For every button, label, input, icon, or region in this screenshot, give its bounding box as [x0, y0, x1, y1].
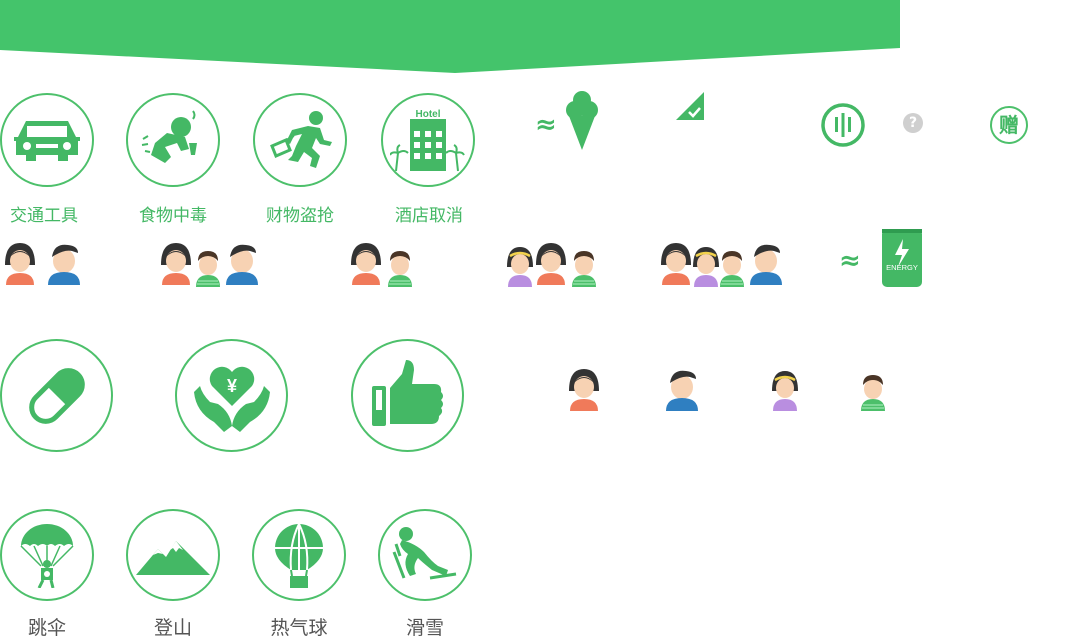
top-banner — [0, 0, 900, 73]
family-full — [661, 243, 782, 287]
label-skiing: 滑雪 — [405, 617, 444, 639]
person-woman — [569, 369, 599, 411]
voice-bars-icon — [821, 103, 865, 147]
checkmark-corner-icon — [676, 92, 704, 120]
label-hotel-cancel: 酒店取消 — [395, 206, 463, 226]
family-couple-boy — [161, 243, 258, 287]
hotel-sign: Hotel — [416, 109, 441, 120]
yen-symbol: ¥ — [226, 376, 236, 396]
thumbs-up-icon — [351, 339, 464, 452]
label-food-poisoning: 食物中毒 — [139, 206, 207, 226]
person-man — [666, 370, 698, 411]
ice-cream-icon — [566, 91, 598, 150]
hotel-icon: Hotel — [381, 93, 475, 187]
label-skydiving: 跳伞 — [27, 617, 66, 639]
label-hot-air-balloon: 热气球 — [270, 617, 328, 639]
label-mountaineering: 登山 — [153, 617, 192, 639]
help-icon[interactable]: ? — [903, 113, 923, 133]
food-poisoning-icon — [126, 93, 220, 187]
heart-hands-icon: ¥ — [175, 339, 288, 452]
hot-air-balloon-icon — [252, 509, 346, 601]
mountain-icon — [126, 509, 220, 601]
energy-drink-icon: ENERGY — [882, 229, 922, 287]
approx-symbol: ≈ — [535, 110, 557, 140]
person-girl — [770, 369, 800, 413]
theft-icon — [253, 93, 347, 187]
skiing-icon — [378, 509, 472, 601]
label-theft: 财物盗抢 — [266, 206, 334, 226]
skydiving-icon — [0, 509, 94, 601]
person-boy — [860, 374, 886, 412]
pill-icon — [0, 339, 113, 452]
family-couple — [5, 243, 80, 285]
approx-symbol-2: ≈ — [839, 246, 861, 276]
energy-label: ENERGY — [886, 263, 918, 272]
label-transport: 交通工具 — [10, 206, 78, 226]
family-mother-girl-boy — [505, 243, 597, 287]
family-mother-boy — [351, 243, 413, 287]
car-icon — [0, 93, 94, 187]
gift-badge: 赠 — [990, 106, 1028, 144]
